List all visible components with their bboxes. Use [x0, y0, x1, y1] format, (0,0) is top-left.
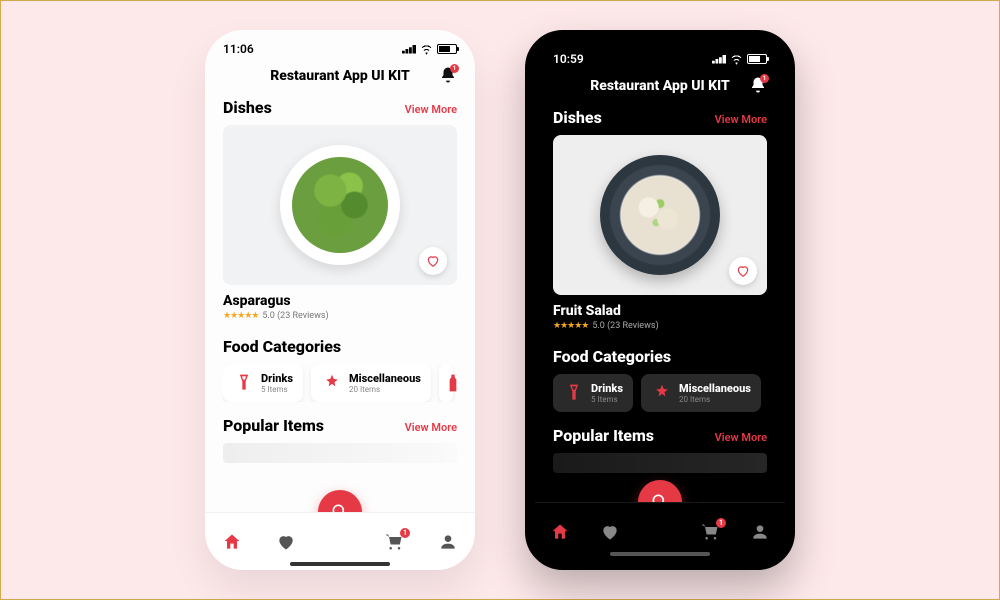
- screen: 10:59 Restaurant App UI KIT 1 Dishes Vie…: [535, 40, 785, 560]
- status-icons: [712, 54, 767, 64]
- dishes-header: Dishes View More: [223, 98, 457, 117]
- stars-icon: ★★★★★: [223, 311, 258, 321]
- nav-home[interactable]: [221, 531, 243, 553]
- phone-light: 11:06 Restaurant App UI KIT 1 Dishes Vie…: [205, 30, 475, 570]
- bowl-icon: [600, 155, 720, 275]
- heart-icon: [600, 522, 620, 542]
- rating-text: 5.0 (23 Reviews): [262, 311, 328, 321]
- category-misc[interactable]: Miscellaneous 20 Items: [311, 364, 431, 402]
- person-icon: [750, 522, 770, 542]
- popular-title: Popular Items: [223, 416, 324, 435]
- status-bar: 11:06: [205, 30, 475, 62]
- category-text: Miscellaneous 20 Items: [349, 372, 421, 394]
- phone-dark: 10:59 Restaurant App UI KIT 1 Dishes Vie…: [525, 30, 795, 570]
- person-icon: [438, 532, 458, 552]
- leaf-icon: [321, 372, 343, 394]
- favorite-button[interactable]: [419, 247, 447, 275]
- nav-cart[interactable]: 1: [699, 521, 721, 543]
- heart-icon: [276, 532, 296, 552]
- dish-name: Fruit Salad: [553, 303, 767, 319]
- dishes-title: Dishes: [223, 98, 272, 117]
- signal-icon: [402, 45, 416, 54]
- heart-icon: [426, 254, 440, 268]
- drink-icon: [563, 382, 585, 404]
- category-count: 20 Items: [349, 385, 421, 394]
- category-name: Miscellaneous: [349, 372, 421, 385]
- battery-icon: [437, 44, 457, 54]
- drink-icon: [233, 372, 255, 394]
- cart-badge: 1: [400, 528, 410, 538]
- home-icon: [222, 532, 242, 552]
- category-drinks[interactable]: Drinks 5 Items: [553, 374, 633, 412]
- app-title: Restaurant App UI KIT: [590, 78, 730, 94]
- nav-home[interactable]: [549, 521, 571, 543]
- category-partial[interactable]: [439, 364, 453, 402]
- app-header: Restaurant App UI KIT 1: [535, 72, 785, 104]
- popular-header: Popular Items View More: [223, 416, 457, 435]
- category-misc[interactable]: Miscellaneous 20 Items: [641, 374, 761, 412]
- popular-title: Popular Items: [553, 426, 654, 445]
- cart-badge: 1: [716, 518, 726, 528]
- categories-title: Food Categories: [553, 347, 767, 366]
- nav-favorites[interactable]: [275, 531, 297, 553]
- rating-row: ★★★★★ 5.0 (23 Reviews): [223, 311, 457, 321]
- popular-header: Popular Items View More: [553, 426, 767, 445]
- rating-row: ★★★★★ 5.0 (23 Reviews): [553, 321, 767, 331]
- home-indicator: [290, 562, 390, 566]
- leaf-icon: [651, 382, 673, 404]
- favorite-button[interactable]: [729, 257, 757, 285]
- category-drinks[interactable]: Drinks 5 Items: [223, 364, 303, 402]
- rating-text: 5.0 (23 Reviews): [592, 321, 658, 331]
- dishes-header: Dishes View More: [553, 108, 767, 127]
- wifi-icon: [730, 55, 743, 64]
- popular-view-more[interactable]: View More: [715, 431, 767, 444]
- popular-view-more[interactable]: View More: [405, 421, 457, 434]
- clock: 10:59: [553, 52, 584, 66]
- stars-icon: ★★★★★: [553, 321, 588, 331]
- dish-card[interactable]: [553, 135, 767, 295]
- nav-profile[interactable]: [437, 531, 459, 553]
- notch: [600, 40, 720, 62]
- category-count: 5 Items: [261, 385, 293, 394]
- category-text: Miscellaneous 20 Items: [679, 382, 751, 404]
- category-count: 20 Items: [679, 395, 751, 404]
- wifi-icon: [420, 45, 433, 54]
- clock: 11:06: [223, 42, 254, 56]
- popular-item[interactable]: [223, 443, 457, 463]
- category-name: Miscellaneous: [679, 382, 751, 395]
- categories-row[interactable]: Drinks 5 Items Miscellaneous 20 Items: [553, 374, 767, 412]
- nav-profile[interactable]: [749, 521, 771, 543]
- battery-icon: [747, 54, 767, 64]
- bottle-icon: [443, 372, 457, 394]
- dish-card[interactable]: [223, 125, 457, 285]
- plate-icon: [280, 145, 400, 265]
- dishes-view-more[interactable]: View More: [715, 113, 767, 126]
- home-icon: [550, 522, 570, 542]
- category-name: Drinks: [591, 382, 623, 395]
- category-text: Drinks 5 Items: [591, 382, 623, 404]
- notification-badge: 1: [760, 74, 769, 83]
- notification-button[interactable]: 1: [439, 66, 457, 84]
- popular-item[interactable]: [553, 453, 767, 473]
- screen: 11:06 Restaurant App UI KIT 1 Dishes Vie…: [205, 30, 475, 570]
- category-name: Drinks: [261, 372, 293, 385]
- dish-name: Asparagus: [223, 293, 457, 309]
- status-icons: [402, 44, 457, 54]
- home-indicator: [610, 552, 710, 556]
- dishes-view-more[interactable]: View More: [405, 103, 457, 116]
- categories-row[interactable]: Drinks 5 Items Miscellaneous 20 Items: [223, 364, 457, 402]
- nav-cart[interactable]: 1: [383, 531, 405, 553]
- heart-icon: [736, 264, 750, 278]
- app-header: Restaurant App UI KIT 1: [205, 62, 475, 94]
- notification-button[interactable]: 1: [749, 76, 767, 94]
- dishes-title: Dishes: [553, 108, 602, 127]
- category-count: 5 Items: [591, 395, 623, 404]
- app-title: Restaurant App UI KIT: [270, 68, 410, 84]
- notification-badge: 1: [450, 64, 459, 73]
- nav-favorites[interactable]: [599, 521, 621, 543]
- categories-title: Food Categories: [223, 337, 457, 356]
- category-text: Drinks 5 Items: [261, 372, 293, 394]
